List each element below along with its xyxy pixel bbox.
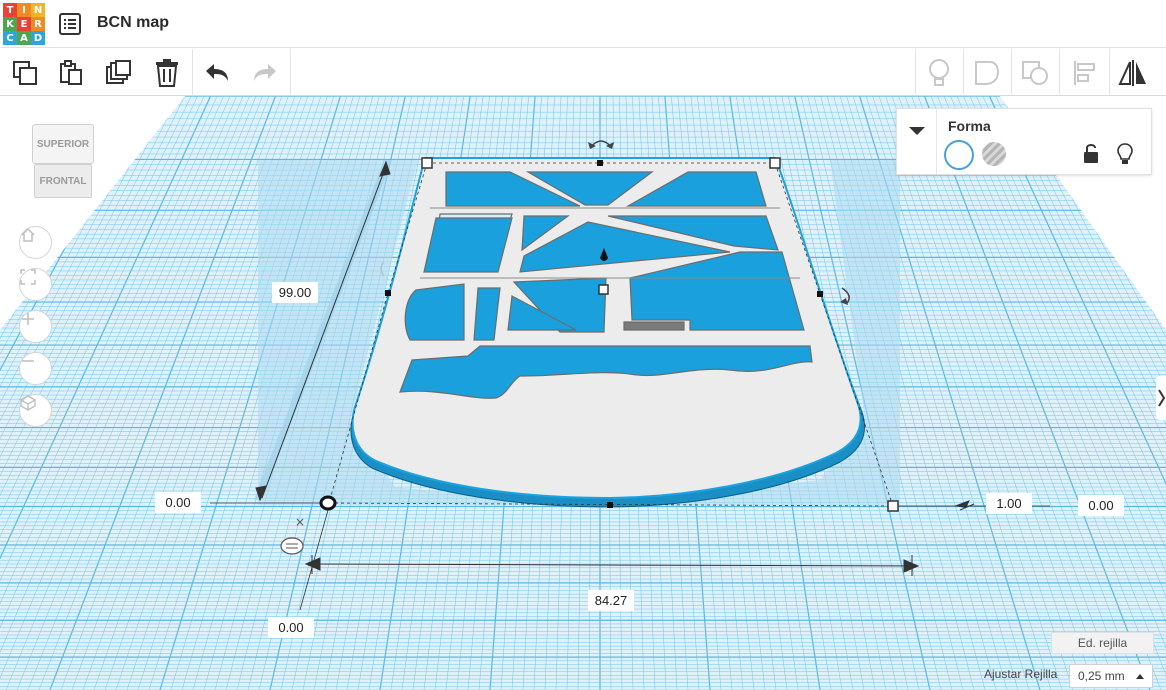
fit-view-icon[interactable] [19, 268, 52, 301]
duplicate-icon[interactable] [96, 49, 142, 96]
logo-letter: D [31, 31, 45, 45]
snap-grid-label: Ajustar Rejilla [984, 667, 1058, 681]
view-cube-front[interactable]: FRONTAL [34, 164, 92, 198]
corner-handle [769, 157, 781, 169]
align-icon[interactable] [1062, 49, 1108, 96]
length-input[interactable]: 99.00 [272, 282, 318, 303]
delete-icon[interactable] [144, 49, 190, 96]
shape-panel-title: Forma [948, 118, 991, 134]
collapse-panel-button[interactable] [897, 109, 937, 175]
logo-letter: R [31, 17, 45, 31]
copy-icon[interactable] [2, 49, 48, 96]
logo-letter: E [17, 17, 31, 31]
lock-icon[interactable] [1083, 143, 1099, 165]
group-icon[interactable] [964, 49, 1010, 96]
origin-handle [319, 495, 337, 511]
logo-letter: A [17, 31, 31, 45]
logo-letter: C [3, 31, 17, 45]
shape-panel: Forma [896, 108, 1152, 175]
undo-icon[interactable] [194, 49, 240, 96]
app-header: TINKERCAD BCN map [0, 0, 1166, 48]
logo-letter: I [17, 3, 31, 17]
height-input[interactable]: 1.00 [986, 493, 1032, 514]
width-input[interactable]: 84.27 [588, 590, 634, 611]
corner-handle [887, 500, 899, 512]
perspective-icon[interactable] [19, 394, 52, 427]
zoom-in-icon[interactable] [19, 310, 52, 343]
zoom-out-icon[interactable] [19, 352, 52, 385]
workplane-canvas[interactable]: × [0, 96, 1166, 690]
ungroup-icon[interactable] [1012, 49, 1058, 96]
hole-option[interactable] [982, 142, 1006, 166]
chevron-up-icon [1136, 674, 1144, 679]
snap-grid-value: 0,25 mm [1078, 669, 1125, 683]
view-cube-top[interactable]: SUPERIOR [32, 124, 94, 164]
origin-x-input[interactable]: 0.00 [155, 492, 201, 513]
tinkercad-logo[interactable]: TINKERCAD [3, 3, 45, 45]
lightbulb-icon[interactable] [1116, 143, 1134, 165]
design-list-icon[interactable] [58, 12, 82, 36]
origin-y-input[interactable]: 0.00 [268, 617, 314, 638]
elevation-input[interactable]: 0.00 [1078, 495, 1124, 516]
edit-grid-button[interactable]: Ed. rejilla [1051, 632, 1154, 654]
ruler-icon [280, 537, 304, 555]
view-cube[interactable]: SUPERIOR FRONTAL [30, 120, 96, 202]
center-handle [598, 284, 609, 295]
design-title[interactable]: BCN map [97, 14, 169, 32]
snap-grid-select[interactable]: 0,25 mm [1069, 664, 1153, 688]
logo-letter: K [3, 17, 17, 31]
logo-letter: N [31, 3, 45, 17]
svg-text:×: × [295, 515, 305, 529]
corner-handle [421, 157, 433, 169]
panel-toggle[interactable] [1156, 376, 1166, 420]
toolbar [0, 49, 1166, 96]
paste-icon[interactable] [48, 49, 94, 96]
lightbulb-icon[interactable] [916, 49, 962, 96]
home-icon[interactable] [19, 226, 52, 259]
mirror-icon[interactable] [1110, 49, 1156, 96]
workplane[interactable]: × SUPERIOR FRONTAL [0, 96, 1166, 690]
solid-option[interactable] [944, 140, 974, 170]
redo-icon[interactable] [242, 49, 288, 96]
logo-letter: T [3, 3, 17, 17]
